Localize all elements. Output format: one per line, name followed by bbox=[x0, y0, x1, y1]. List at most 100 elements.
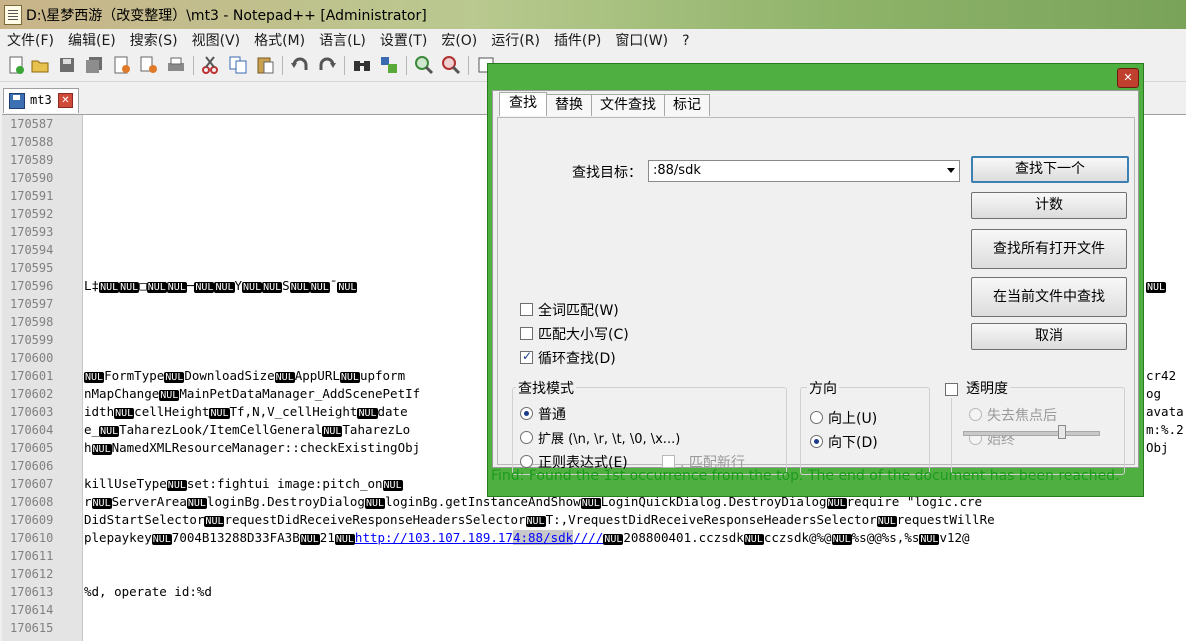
menu-settings[interactable]: 设置(T) bbox=[373, 29, 434, 51]
dialog-close-button[interactable]: ✕ bbox=[1117, 68, 1139, 88]
print-icon[interactable] bbox=[166, 55, 186, 75]
line-number: 170601 bbox=[10, 369, 54, 383]
save-icon[interactable] bbox=[57, 55, 77, 75]
tab-find[interactable]: 查找 bbox=[499, 92, 547, 116]
toolbar-separator bbox=[282, 56, 283, 75]
search-mode-title: 查找模式 bbox=[516, 378, 576, 398]
line-number: 170588 bbox=[10, 135, 54, 149]
menu-edit[interactable]: 编辑(E) bbox=[61, 29, 123, 51]
code-line: DidStartSelectorNULrequestDidReceiveResp… bbox=[84, 512, 995, 527]
line-number-gutter: 170587 170588 170589 170590 170591 17059… bbox=[2, 115, 83, 641]
open-file-icon[interactable] bbox=[30, 55, 50, 75]
line-number: 170587 bbox=[10, 117, 54, 131]
tab-replace[interactable]: 替换 bbox=[546, 94, 592, 116]
tab-mark[interactable]: 标记 bbox=[664, 94, 710, 116]
line-number: 170593 bbox=[10, 225, 54, 239]
tab-find-in-files[interactable]: 文件查找 bbox=[591, 94, 665, 116]
menu-language[interactable]: 语言(L) bbox=[312, 29, 373, 51]
line-number: 170594 bbox=[10, 243, 54, 257]
new-file-icon[interactable] bbox=[6, 55, 26, 75]
cut-icon[interactable] bbox=[200, 55, 220, 75]
line-number: 170606 bbox=[10, 459, 54, 473]
wrap-around-label: 循环查找(D) bbox=[538, 351, 616, 367]
paste-icon[interactable] bbox=[255, 55, 275, 75]
find-next-button[interactable]: 查找下一个 bbox=[971, 156, 1129, 183]
line-number: 170610 bbox=[10, 531, 54, 545]
transparency-slider-thumb[interactable] bbox=[1058, 425, 1066, 439]
line-number: 170611 bbox=[10, 549, 54, 563]
menu-view[interactable]: 视图(V) bbox=[185, 29, 248, 51]
menu-search[interactable]: 搜索(S) bbox=[123, 29, 185, 51]
menu-format[interactable]: 格式(M) bbox=[247, 29, 312, 51]
line-number: 170589 bbox=[10, 153, 54, 167]
line-number: 170596 bbox=[10, 279, 54, 293]
redo-icon[interactable] bbox=[317, 55, 337, 75]
on-losing-focus-radio[interactable] bbox=[969, 408, 982, 421]
wrap-around-checkbox[interactable] bbox=[520, 349, 533, 364]
tab-mt3[interactable]: mt3 ✕ bbox=[3, 88, 79, 113]
find-status-message: Find: Found the 1st occurrence from the … bbox=[491, 468, 1120, 484]
match-case-checkbox[interactable] bbox=[520, 327, 533, 340]
menu-file[interactable]: 文件(F) bbox=[0, 29, 61, 51]
notepad-app-icon bbox=[4, 5, 22, 25]
transparency-checkbox[interactable] bbox=[945, 383, 958, 396]
line-number: 170613 bbox=[10, 585, 54, 599]
close-all-icon[interactable] bbox=[139, 55, 159, 75]
tab-label: mt3 bbox=[30, 93, 52, 107]
copy-icon[interactable] bbox=[228, 55, 248, 75]
mode-extended-radio[interactable] bbox=[520, 431, 533, 444]
mode-regex-radio[interactable] bbox=[520, 455, 533, 468]
line-number: 170590 bbox=[10, 171, 54, 185]
whole-word-label: 全词匹配(W) bbox=[538, 303, 619, 319]
find-all-open-docs-button[interactable]: 查找所有打开文件 bbox=[971, 229, 1127, 269]
close-file-icon[interactable] bbox=[112, 55, 132, 75]
zoom-out-icon[interactable] bbox=[441, 55, 461, 75]
find-icon[interactable] bbox=[352, 55, 372, 75]
count-button[interactable]: 计数 bbox=[971, 192, 1127, 219]
line-number: 170591 bbox=[10, 189, 54, 203]
mode-normal-radio[interactable] bbox=[520, 407, 533, 420]
undo-icon[interactable] bbox=[290, 55, 310, 75]
line-number: 170598 bbox=[10, 315, 54, 329]
match-case-label: 匹配大小写(C) bbox=[538, 327, 629, 343]
line-number: 170600 bbox=[10, 351, 54, 365]
line-number: 170615 bbox=[10, 621, 54, 635]
find-what-combo[interactable]: :88/sdk bbox=[648, 160, 960, 182]
line-number: 170607 bbox=[10, 477, 54, 491]
menu-window[interactable]: 窗口(W) bbox=[608, 29, 675, 51]
title-bar: D:\星梦西游（改变整理）\mt3 - Notepad++ [Administr… bbox=[0, 0, 1186, 29]
save-state-icon bbox=[9, 93, 25, 109]
search-match-highlight: 4:88/sdk bbox=[512, 530, 574, 545]
menu-bar: 文件(F) 编辑(E) 搜索(S) 视图(V) 格式(M) 语言(L) 设置(T) 宏(O) 运… bbox=[0, 29, 1186, 51]
cancel-button[interactable]: 取消 bbox=[971, 323, 1127, 350]
line-number: 170597 bbox=[10, 297, 54, 311]
direction-title: 方向 bbox=[807, 378, 839, 398]
menu-plugins[interactable]: 插件(P) bbox=[547, 29, 608, 51]
toolbar-separator bbox=[193, 56, 194, 75]
find-all-current-doc-button[interactable]: 在当前文件中查找 bbox=[971, 277, 1127, 317]
zoom-in-icon[interactable] bbox=[414, 55, 434, 75]
direction-group: 方向 bbox=[800, 378, 930, 475]
menu-macro[interactable]: 宏(O) bbox=[434, 29, 484, 51]
chevron-down-icon[interactable] bbox=[947, 168, 955, 173]
menu-run[interactable]: 运行(R) bbox=[484, 29, 547, 51]
menu-help[interactable]: ? bbox=[675, 29, 696, 51]
code-fragment: avata bbox=[1146, 404, 1184, 419]
line-number: 170592 bbox=[10, 207, 54, 221]
whole-word-checkbox[interactable] bbox=[520, 303, 533, 316]
line-number: 170599 bbox=[10, 333, 54, 347]
transparency-slider-track[interactable] bbox=[963, 431, 1100, 436]
direction-up-label: 向上(U) bbox=[828, 411, 878, 427]
match-newline-checkbox[interactable] bbox=[662, 455, 675, 468]
save-all-icon[interactable] bbox=[84, 55, 104, 75]
toolbar-separator bbox=[468, 56, 469, 75]
find-dialog: ✕ 查找 替换 文件查找 标记 查找目标： :88/sdk 查找下一个 计数 查… bbox=[487, 63, 1144, 497]
direction-down-radio[interactable] bbox=[810, 435, 823, 448]
direction-up-radio[interactable] bbox=[810, 411, 823, 424]
code-line: %d, operate id:%d bbox=[84, 584, 212, 599]
close-tab-icon[interactable]: ✕ bbox=[58, 93, 73, 108]
mode-normal-label: 普通 bbox=[538, 407, 566, 423]
line-number: 170608 bbox=[10, 495, 54, 509]
window-title: D:\星梦西游（改变整理）\mt3 - Notepad++ [Administr… bbox=[26, 8, 427, 24]
replace-icon[interactable] bbox=[379, 55, 399, 75]
